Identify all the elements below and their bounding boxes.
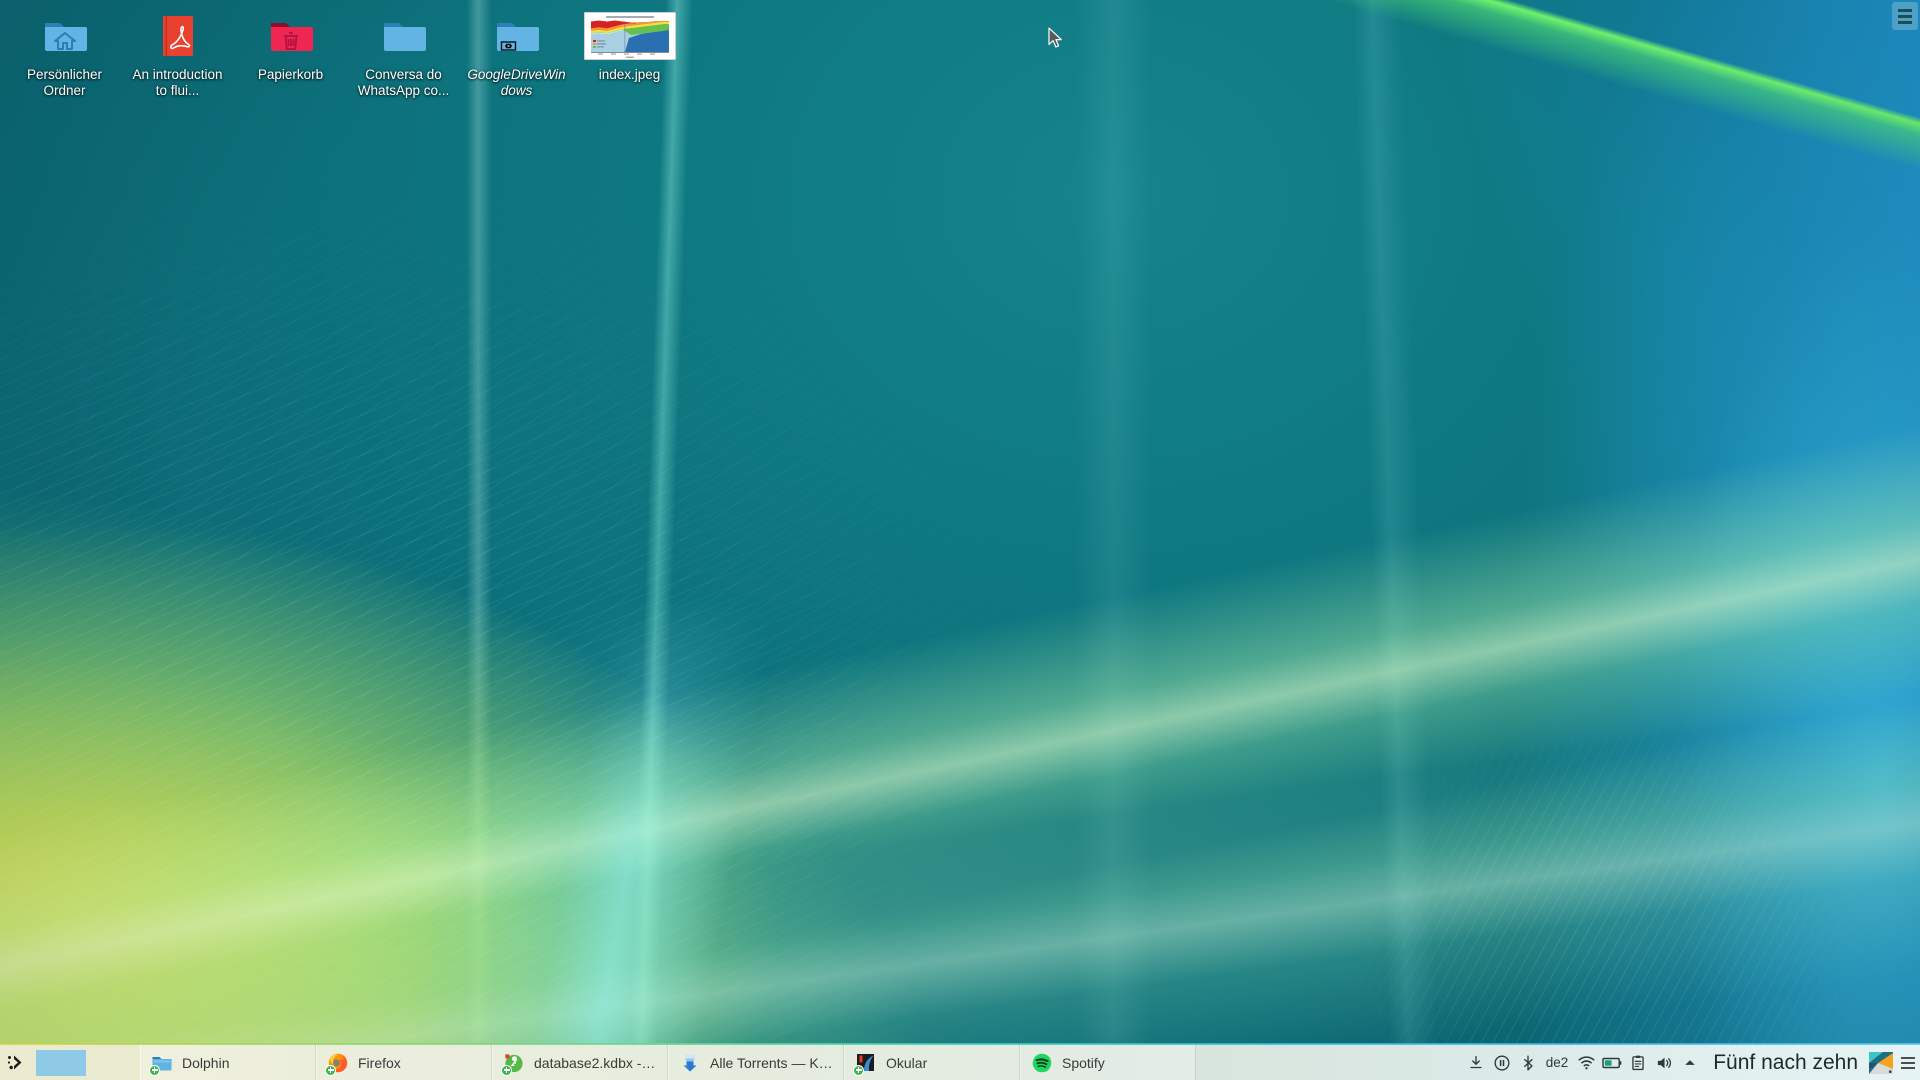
- desktop-icon-label: Papierkorb: [257, 67, 324, 82]
- desktop-icon-label: Persönlicher Ordner: [26, 67, 103, 98]
- desktop-icon-pdf-document[interactable]: An introduction to flui...: [121, 6, 234, 103]
- chevron-up-icon: [1685, 1059, 1696, 1065]
- task-entry-label: Okular: [886, 1054, 928, 1071]
- task-entry-ktorrent[interactable]: Alle Torrents — KTorrent: [668, 1045, 844, 1080]
- tray-expand-button[interactable]: [1677, 1045, 1703, 1080]
- wifi-icon: [1578, 1056, 1595, 1070]
- trash-folder-icon: [267, 12, 315, 60]
- wallpaper-vignette: [0, 0, 1920, 1080]
- wallpaper-widget-icon: [1869, 1052, 1893, 1074]
- ktorrent-icon: [679, 1052, 701, 1074]
- wallpaper-switcher-widget[interactable]: [1866, 1045, 1896, 1080]
- desktop-icon-index-image[interactable]: index.jpeg: [573, 6, 686, 87]
- task-entry-label: database2.kdbx - KeePassX: [534, 1054, 657, 1071]
- tray-battery-button[interactable]: [1599, 1045, 1625, 1080]
- folder-link-icon: [493, 12, 541, 60]
- kde-application-launcher-button[interactable]: [0, 1045, 32, 1080]
- keyboard-layout-label: de2: [1545, 1055, 1569, 1070]
- task-entry-keepassx[interactable]: database2.kdbx - KeePassX: [492, 1045, 668, 1080]
- add-badge-icon: [149, 1064, 160, 1076]
- panel-hamburger-menu[interactable]: [1896, 1045, 1920, 1080]
- tray-network-button[interactable]: [1573, 1045, 1599, 1080]
- taskbar-panel: Dolphin Firefox database2.kdbx - K Alle …: [0, 1043, 1920, 1080]
- task-entry-label: Spotify: [1062, 1054, 1105, 1071]
- desktop-icon-whatsapp-folder[interactable]: Conversa do WhatsApp co...: [347, 6, 460, 103]
- pager-desktop-1[interactable]: [36, 1049, 86, 1076]
- desktop-icon-label: An introduction to flui...: [132, 67, 223, 98]
- folder-icon: [380, 12, 428, 60]
- pager-desktop-2[interactable]: [89, 1050, 137, 1076]
- task-entry-dolphin[interactable]: Dolphin: [140, 1045, 316, 1080]
- spotify-icon: [1031, 1052, 1053, 1074]
- window-task-list: Dolphin Firefox database2.kdbx - K Alle …: [140, 1045, 1451, 1080]
- task-entry-label: Dolphin: [182, 1054, 230, 1071]
- virtual-desktop-pager[interactable]: [32, 1045, 140, 1080]
- add-badge-icon: [853, 1064, 864, 1076]
- okular-icon: [853, 1052, 877, 1076]
- tray-volume-button[interactable]: [1651, 1045, 1677, 1080]
- desktop[interactable]: Persönlicher Ordner An introduction to f…: [0, 0, 1920, 1080]
- desktop-icon-googledrive-link[interactable]: GoogleDriveWindows: [460, 6, 573, 103]
- tray-clipboard-button[interactable]: [1625, 1045, 1651, 1080]
- pdf-document-icon: [154, 12, 202, 60]
- tray-media-player-button[interactable]: [1489, 1045, 1515, 1080]
- battery-icon: [1602, 1057, 1622, 1068]
- bluetooth-icon: [1523, 1054, 1533, 1071]
- download-arrow-icon: [1470, 1055, 1482, 1068]
- clipboard-icon: [1632, 1055, 1644, 1070]
- add-badge-icon: [325, 1064, 336, 1076]
- dolphin-icon: [149, 1052, 173, 1076]
- desktop-icon-label: Conversa do WhatsApp co...: [357, 67, 450, 98]
- tray-bluetooth-button[interactable]: [1515, 1045, 1541, 1080]
- firefox-icon: [325, 1052, 349, 1076]
- desktop-toolbox-button[interactable]: [1892, 2, 1918, 30]
- desktop-icon-grid: Persönlicher Ordner An introduction to f…: [0, 0, 1920, 103]
- tray-keyboard-layout[interactable]: de2: [1541, 1045, 1574, 1080]
- folder-home-icon: [41, 12, 89, 60]
- task-entry-firefox[interactable]: Firefox: [316, 1045, 492, 1080]
- desktop-icon-personal-folder[interactable]: Persönlicher Ordner: [8, 6, 121, 103]
- desktop-icon-trash[interactable]: Papierkorb: [234, 6, 347, 87]
- hamburger-icon: [1898, 8, 1912, 24]
- desktop-icon-label: index.jpeg: [598, 67, 661, 82]
- task-entry-okular[interactable]: Okular: [844, 1045, 1020, 1080]
- kde-logo-icon: [7, 1055, 22, 1069]
- task-entry-label: Alle Torrents — KTorrent: [710, 1054, 833, 1071]
- system-tray: de2: [1451, 1045, 1708, 1080]
- clock-text: Fünf nach zehn: [1713, 1050, 1858, 1074]
- fuzzy-clock[interactable]: Fünf nach zehn: [1707, 1045, 1866, 1080]
- image-thumbnail-icon: [583, 11, 676, 61]
- desktop-icon-label: GoogleDriveWindows: [467, 67, 566, 98]
- task-entry-spotify[interactable]: Spotify: [1020, 1045, 1196, 1080]
- volume-icon: [1658, 1057, 1672, 1068]
- task-entry-label: Firefox: [358, 1054, 401, 1071]
- hamburger-icon: [1901, 1057, 1915, 1069]
- keepassx-icon: [501, 1052, 525, 1076]
- tray-downloads-button[interactable]: [1463, 1045, 1489, 1080]
- add-badge-icon: [501, 1064, 512, 1076]
- pause-circle-icon: [1494, 1054, 1510, 1071]
